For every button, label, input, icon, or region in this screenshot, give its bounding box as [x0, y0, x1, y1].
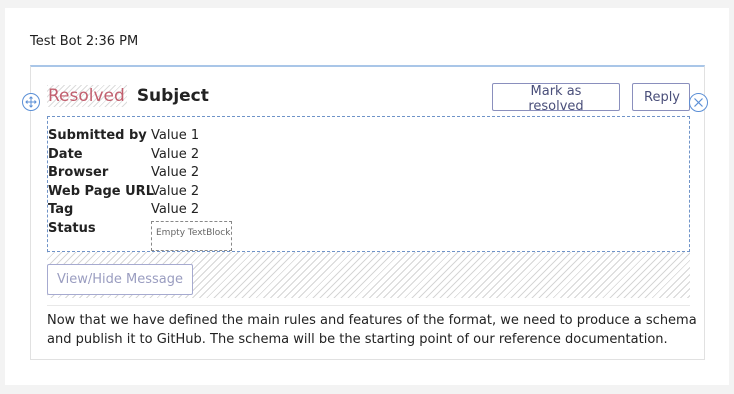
action-set-area: View/Hide Message	[47, 252, 690, 298]
move-arrows-icon[interactable]	[22, 93, 40, 111]
fact-set[interactable]: Submitted by Value 1 Date Value 2 Browse…	[47, 116, 690, 252]
fact-value: Value 2	[151, 147, 200, 162]
message-body: Now that we have defined the main rules …	[47, 313, 697, 347]
fact-key: Browser	[48, 165, 109, 180]
timestamp: 2:36 PM	[85, 34, 139, 49]
subject-title: Subject	[136, 86, 209, 106]
fact-key: Tag	[48, 202, 74, 217]
mark-as-resolved-button[interactable]: Mark as resolved	[492, 83, 620, 114]
fact-value: Value 2	[151, 184, 200, 199]
fact-key: Date	[48, 147, 83, 162]
adaptive-card: Resolved Subject Mark as resolved Reply …	[30, 65, 705, 360]
resolved-label: Resolved	[47, 85, 127, 107]
view-hide-message-button[interactable]: View/Hide Message	[47, 264, 193, 295]
fact-key: Submitted by	[48, 128, 147, 143]
empty-textblock[interactable]: Empty TextBlock	[151, 221, 232, 251]
fact-value: Value 2	[151, 202, 200, 217]
close-circle-icon[interactable]	[689, 93, 708, 112]
divider	[47, 305, 690, 306]
page-background: Test Bot 2:36 PM Resolved Subject Mark a…	[5, 8, 729, 385]
fact-value: Value 2	[151, 165, 200, 180]
card-title-row: Resolved Subject	[47, 84, 209, 108]
fact-key: Web Page URL	[48, 184, 154, 199]
message-header: Test Bot 2:36 PM	[30, 34, 138, 49]
fact-value: Value 1	[151, 128, 200, 143]
reply-button[interactable]: Reply	[632, 83, 690, 111]
sender-name: Test Bot	[30, 34, 82, 49]
fact-key: Status	[48, 221, 96, 236]
